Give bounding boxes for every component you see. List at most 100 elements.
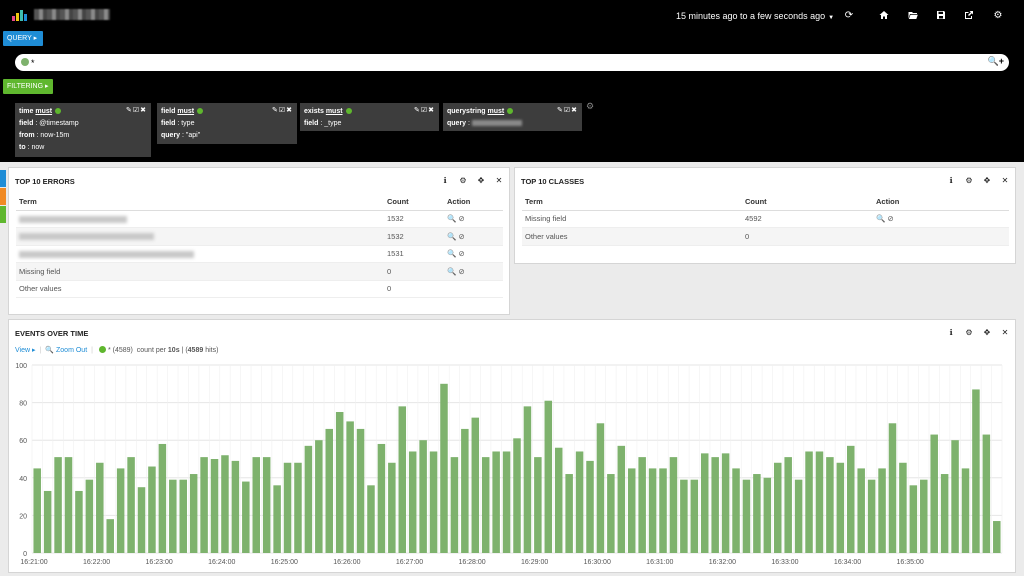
chart-bar[interactable] [993, 521, 1001, 553]
chart-bar[interactable] [169, 479, 177, 553]
chart-bar[interactable] [680, 479, 688, 553]
chart-bar[interactable] [43, 490, 52, 553]
edit-icon[interactable]: ✎ [272, 107, 279, 114]
chart-bar[interactable] [815, 451, 824, 553]
ban-icon[interactable]: ⊘ [458, 232, 464, 241]
filter-active-dot[interactable] [345, 107, 352, 114]
filtering-toggle-button[interactable]: FILTERING ▸ [3, 79, 53, 94]
chart-bar[interactable] [721, 453, 730, 553]
chart-bar[interactable] [742, 479, 751, 553]
close-icon[interactable]: ✖ [140, 107, 147, 114]
chart-bar[interactable] [127, 457, 135, 553]
chart-bar[interactable] [763, 477, 772, 553]
chart-bar[interactable] [711, 457, 719, 553]
chart-bar[interactable] [33, 468, 41, 553]
refresh-icon[interactable]: ⟳ [842, 10, 856, 22]
share-icon[interactable] [962, 10, 976, 22]
chart-bar[interactable] [325, 428, 334, 553]
chart-bar[interactable] [335, 412, 344, 553]
chart-bar[interactable] [961, 468, 970, 553]
chart-bar[interactable] [586, 460, 594, 553]
column-header[interactable]: Count [742, 193, 873, 211]
search-icon[interactable]: 🔍 [447, 249, 456, 258]
chart-bar[interactable] [231, 460, 240, 553]
chart-bar[interactable] [471, 417, 480, 553]
chart-bar[interactable] [867, 479, 876, 553]
chart-bar[interactable] [523, 406, 532, 553]
chart-bar[interactable] [534, 457, 542, 553]
chart-bar[interactable] [951, 440, 959, 553]
gear-icon[interactable]: ⚙ [965, 176, 973, 185]
chart-bar[interactable] [669, 457, 678, 553]
chart-bar[interactable] [805, 451, 813, 553]
chart-bar[interactable] [773, 462, 782, 553]
chart-bar[interactable] [450, 457, 459, 553]
search-icon[interactable]: 🔍 [876, 214, 885, 223]
chart-bar[interactable] [440, 383, 448, 553]
chart-bar[interactable] [700, 453, 709, 553]
chart-bar[interactable] [492, 451, 500, 553]
gear-icon[interactable]: ⚙ [459, 176, 467, 185]
chart-bar[interactable] [607, 474, 615, 553]
chart-bar[interactable] [857, 468, 865, 553]
filter-actions[interactable]: ✎☑✖ [414, 105, 435, 117]
save-icon[interactable] [934, 10, 948, 22]
close-icon[interactable]: ✖ [428, 107, 435, 114]
chart-bar[interactable] [784, 457, 792, 553]
chart-bar[interactable] [221, 455, 229, 553]
query-toggle-button[interactable]: QUERY ▸ [3, 31, 43, 46]
chart-bar[interactable] [481, 457, 490, 553]
search-icon[interactable]: 🔍 [447, 267, 456, 276]
search-icon[interactable]: 🔍 [988, 56, 999, 66]
chart-bar[interactable] [148, 466, 156, 553]
chart-bar[interactable] [419, 440, 427, 553]
close-icon[interactable]: ✖ [571, 107, 578, 114]
row-tab[interactable] [0, 206, 6, 223]
chart-bar[interactable] [137, 487, 146, 553]
chart-bar[interactable] [398, 406, 407, 553]
chart-bar[interactable] [273, 485, 281, 553]
chart-bar[interactable] [826, 457, 834, 553]
chart-bar[interactable] [899, 462, 907, 553]
ban-icon[interactable]: ⊘ [458, 214, 464, 223]
edit-icon[interactable]: ✎ [414, 107, 421, 114]
chart-bar[interactable] [116, 468, 125, 553]
chart-bar[interactable] [575, 451, 584, 553]
time-picker[interactable]: 15 minutes ago to a few seconds ago ▼ [676, 11, 834, 21]
chart-bar[interactable] [346, 421, 354, 553]
close-icon[interactable]: ✖ [286, 107, 293, 114]
table-row[interactable]: Missing field 0 🔍 ⊘ [16, 262, 503, 281]
filter-active-dot[interactable] [507, 107, 514, 114]
add-filter-icon[interactable]: ⚙ [586, 101, 594, 112]
filter-actions[interactable]: ✎☑✖ [126, 105, 147, 117]
chart-bar[interactable] [888, 423, 897, 553]
table-row[interactable]: 1531 🔍 ⊘ [16, 245, 503, 263]
folder-open-icon[interactable] [906, 10, 920, 22]
chart-bar[interactable] [315, 440, 323, 553]
chart-bar[interactable] [836, 462, 845, 553]
chart-bar[interactable] [367, 485, 375, 553]
chart-bar[interactable] [627, 468, 636, 553]
chart-bar[interactable] [544, 400, 553, 553]
chart-bar[interactable] [64, 457, 73, 553]
ban-icon[interactable]: ⊘ [458, 267, 464, 276]
edit-icon[interactable]: ✎ [126, 107, 133, 114]
chart-bar[interactable] [930, 434, 938, 553]
chart-bar[interactable] [847, 445, 855, 553]
column-header[interactable]: Term [16, 193, 384, 211]
chart-bar[interactable] [294, 462, 302, 553]
filter-active-dot[interactable] [55, 107, 62, 114]
row-tab[interactable] [0, 170, 6, 187]
kibana-logo-icon[interactable] [12, 9, 28, 21]
filter-active-dot[interactable] [197, 107, 204, 114]
chart-bar[interactable] [429, 451, 438, 553]
close-icon[interactable]: ✕ [1001, 176, 1009, 185]
chart-bar[interactable] [356, 428, 365, 553]
close-icon[interactable]: ✕ [495, 176, 503, 185]
chart-bar[interactable] [262, 457, 271, 553]
chart-bar[interactable] [179, 479, 187, 553]
chart-bar[interactable] [158, 443, 167, 553]
move-icon[interactable]: ✥ [983, 176, 991, 185]
chart-bar[interactable] [75, 490, 83, 553]
chart-bar[interactable] [408, 451, 417, 553]
